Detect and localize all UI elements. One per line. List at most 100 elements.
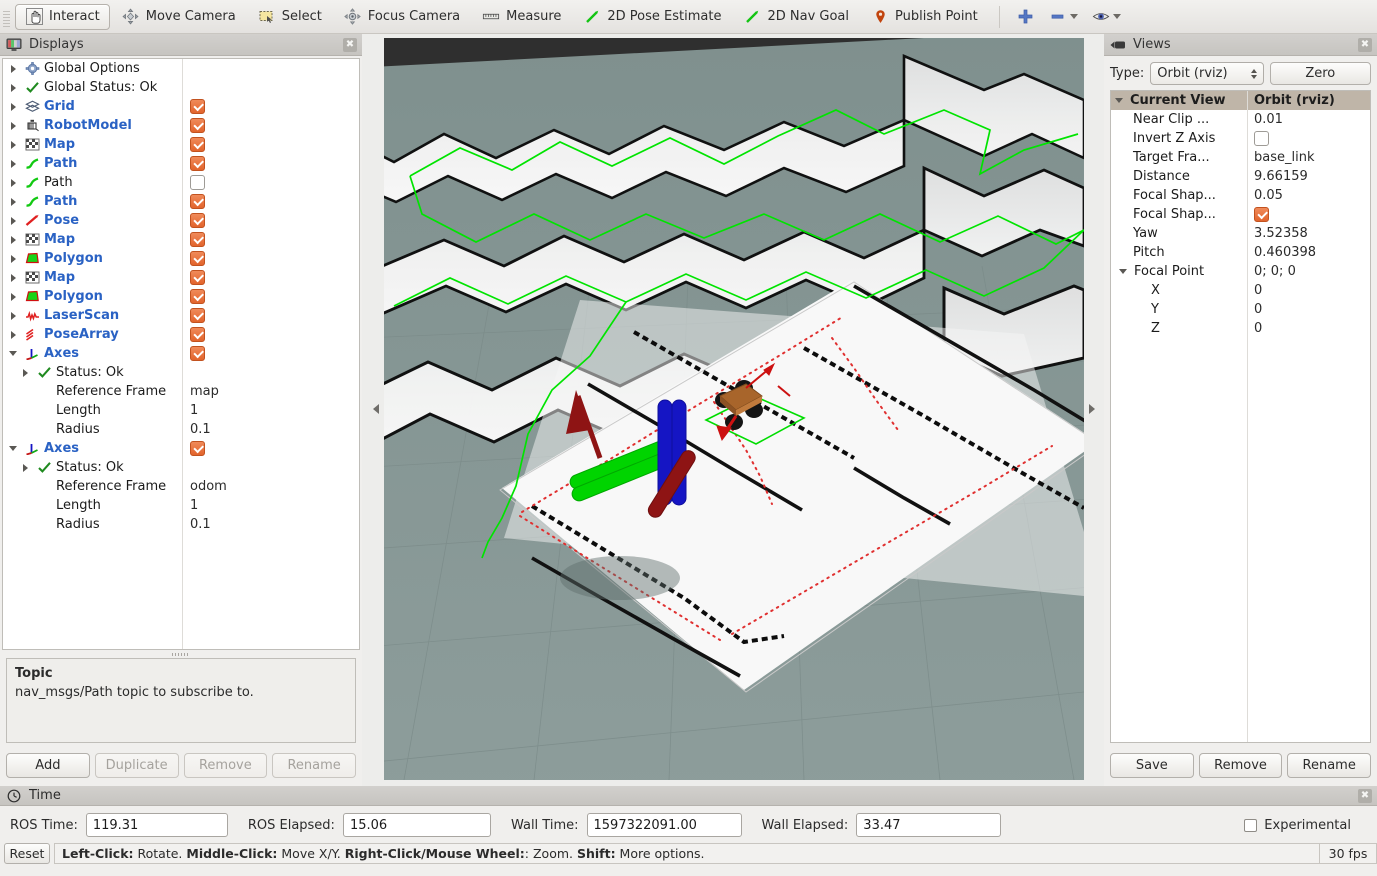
display-tree-row[interactable]: Path [3,192,359,211]
view-property-value[interactable]: base_link [1247,150,1370,165]
view-property-value[interactable] [1247,207,1370,222]
views-property-tree[interactable]: Current View Orbit (rviz) Near Clip ... 0… [1110,90,1371,743]
display-tree-row[interactable]: Path [3,154,359,173]
display-row-value-cell[interactable]: map [182,384,359,399]
expand-arrow-icon[interactable] [9,329,20,340]
remove-view-button[interactable]: Remove [1198,753,1283,778]
display-tree-row[interactable]: Global Status: Ok [3,78,359,97]
view-property-value[interactable]: 0.05 [1247,188,1370,203]
expand-arrow-icon[interactable] [21,367,32,378]
tool-focus-camera[interactable]: Focus Camera [334,4,470,30]
column-splitter[interactable] [182,59,183,649]
reset-button[interactable]: Reset [4,843,50,864]
display-row-value-cell[interactable] [182,137,359,152]
display-tree-row[interactable]: Pose [3,211,359,230]
view-property-row[interactable]: Focal Shap... 0.05 [1111,186,1370,205]
display-tree-row[interactable]: Map [3,230,359,249]
display-enabled-checkbox[interactable] [190,99,205,114]
zero-button[interactable]: Zero [1269,62,1371,85]
display-tree-row[interactable]: Map [3,268,359,287]
display-enabled-checkbox[interactable] [190,346,205,361]
display-tree-row[interactable]: Status: Ok [3,363,359,382]
experimental-checkbox[interactable] [1244,818,1258,832]
display-tree-row[interactable]: Reference Frame map [3,382,359,401]
panel-resize-grip[interactable] [0,650,362,658]
display-row-value-cell[interactable]: 1 [182,403,359,418]
tool-select[interactable]: Select [248,4,332,30]
expand-arrow-icon[interactable] [21,462,32,473]
views-column-splitter[interactable] [1247,91,1248,742]
view-property-row[interactable]: Near Clip ... 0.01 [1111,110,1370,129]
display-row-value-cell[interactable] [182,270,359,285]
display-tree-row[interactable]: Reference Frame odom [3,477,359,496]
display-enabled-checkbox[interactable] [190,156,205,171]
display-tree-row[interactable]: LaserScan [3,306,359,325]
collapse-arrow-icon[interactable] [1119,266,1130,277]
view-property-row[interactable]: Distance 9.66159 [1111,167,1370,186]
view-property-row[interactable]: Yaw 3.52358 [1111,224,1370,243]
display-row-value-cell[interactable] [182,232,359,247]
left-splitter-handle[interactable] [370,38,382,780]
display-enabled-checkbox[interactable] [190,137,205,152]
display-row-value-cell[interactable] [182,118,359,133]
view-property-value[interactable] [1247,131,1370,146]
chevron-down-icon[interactable] [1069,14,1078,19]
tool-measure[interactable]: Measure [472,4,571,30]
view-property-row[interactable]: Focal Point 0; 0; 0 [1111,262,1370,281]
display-enabled-checkbox[interactable] [190,232,205,247]
view-property-value[interactable]: 0 [1247,302,1370,317]
add-display-button[interactable]: Add [6,753,90,778]
remove-display-button[interactable]: Remove [183,753,268,778]
tool-2d-nav-goal[interactable]: 2D Nav Goal [733,4,859,30]
expand-arrow-icon[interactable] [9,120,20,131]
ros-elapsed-input[interactable]: 15.06 [342,813,491,837]
display-tree-row[interactable]: Axes [3,439,359,458]
view-type-select[interactable]: Orbit (rviz) [1150,62,1264,85]
spinner-arrows-icon[interactable] [1250,68,1257,79]
display-tree-row[interactable]: Radius 0.1 [3,420,359,439]
display-row-value-cell[interactable]: 0.1 [182,422,359,437]
display-tree-row[interactable]: Length 1 [3,496,359,515]
expand-arrow-icon[interactable] [9,272,20,283]
view-property-row[interactable]: Pitch 0.460398 [1111,243,1370,262]
display-row-value-cell[interactable] [182,99,359,114]
display-tree-row[interactable]: Polygon [3,249,359,268]
display-row-value-cell[interactable] [182,289,359,304]
display-tree-row[interactable]: Map [3,135,359,154]
expand-arrow-icon[interactable] [9,158,20,169]
experimental-toggle[interactable]: Experimental [1244,818,1367,833]
expand-arrow-icon[interactable] [9,101,20,112]
display-row-value-cell[interactable] [182,213,359,228]
display-enabled-checkbox[interactable] [190,327,205,342]
right-splitter-handle[interactable] [1086,38,1098,780]
display-tree-row[interactable]: RobotModel [3,116,359,135]
expand-arrow-icon[interactable] [9,196,20,207]
view-property-row[interactable]: Z0 [1111,319,1370,338]
tool-move-camera[interactable]: Move Camera [112,4,246,30]
view-property-value[interactable]: 0.460398 [1247,245,1370,260]
display-enabled-checkbox[interactable] [190,270,205,285]
display-tree-row[interactable]: Radius 0.1 [3,515,359,534]
visibility-button[interactable] [1087,4,1126,30]
display-tree-row[interactable]: Global Options [3,59,359,78]
display-enabled-checkbox[interactable] [190,441,205,456]
display-row-value-cell[interactable] [182,156,359,171]
view-property-checkbox[interactable] [1254,207,1269,222]
expand-arrow-icon[interactable] [9,310,20,321]
close-icon[interactable]: ✖ [1358,37,1372,52]
view-property-row[interactable]: Y0 [1111,300,1370,319]
view-property-row[interactable]: Invert Z Axis [1111,129,1370,148]
display-enabled-checkbox[interactable] [190,308,205,323]
close-icon[interactable]: ✖ [343,37,357,52]
view-property-value[interactable]: 0 [1247,321,1370,336]
expand-arrow-icon[interactable] [1115,95,1126,106]
display-tree-row[interactable]: Status: Ok [3,458,359,477]
display-row-value-cell[interactable] [182,194,359,209]
display-tree-row[interactable]: Axes [3,344,359,363]
display-row-value-cell[interactable]: 0.1 [182,517,359,532]
display-enabled-checkbox[interactable] [190,175,205,190]
display-tree-row[interactable]: Grid [3,97,359,116]
view-property-value[interactable]: 0 [1247,283,1370,298]
collapse-left-icon[interactable] [373,404,379,414]
display-row-value-cell[interactable] [182,175,359,190]
